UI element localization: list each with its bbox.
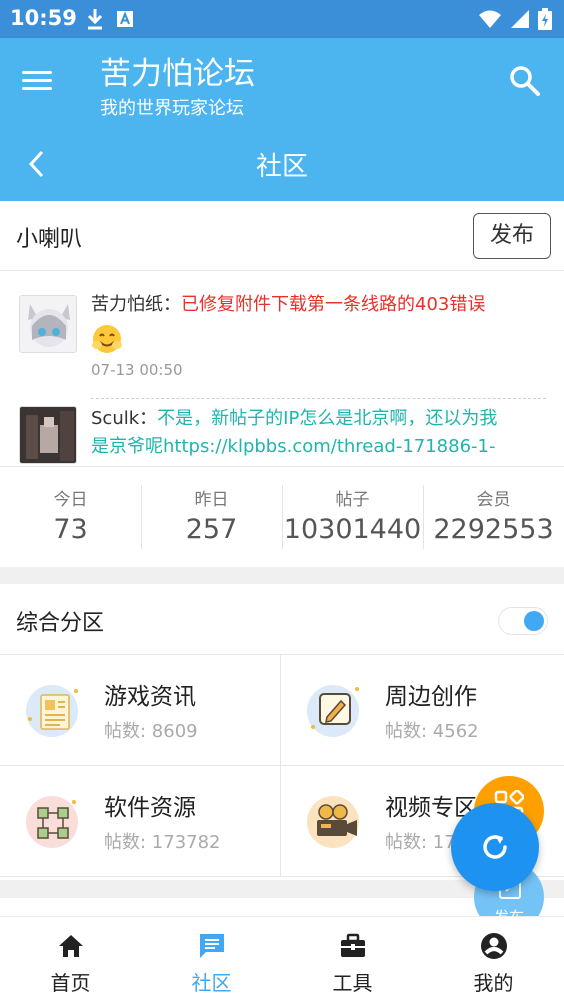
stat-value: 10301440 [283, 514, 422, 545]
wifi-icon [478, 9, 502, 33]
stat-value: 2292553 [433, 514, 554, 545]
nav-community[interactable]: 社区 [141, 917, 282, 1004]
search-icon[interactable] [508, 64, 542, 98]
stat-label: 帖子 [335, 490, 370, 510]
forum-post-count: 帖数: 4562 [385, 721, 479, 742]
section-toggle[interactable] [498, 607, 548, 635]
nav-label: 工具 [332, 971, 373, 995]
network-icon [24, 790, 84, 850]
loudspeaker-title: 小喇叭 [16, 227, 83, 252]
stat-posts: 帖子 10301440 [282, 467, 423, 567]
forum-post-count: 帖数: 173782 [104, 832, 221, 853]
news-icon [24, 679, 84, 739]
menu-icon[interactable] [22, 66, 58, 96]
divider [91, 398, 546, 399]
chat-icon [197, 931, 227, 961]
page-header: 社区 [0, 126, 564, 201]
loudspeaker-list[interactable]: 苦力怕纸：已修复附件下载第一条线路的403错误 07-13 00:50 Scul… [0, 271, 564, 467]
post-button[interactable]: 发布 [473, 213, 551, 259]
camera-icon [305, 790, 365, 850]
forum-name: 周边创作 [385, 684, 477, 710]
stat-value: 257 [185, 514, 238, 545]
stat-value: 73 [53, 514, 88, 545]
toolbox-icon [338, 931, 368, 961]
nav-tools[interactable]: 工具 [282, 917, 423, 1004]
refresh-icon [479, 831, 511, 867]
signal-icon [510, 9, 530, 33]
post-author: Sculk： [91, 408, 158, 429]
app-subtitle: 我的世界玩家论坛 [100, 98, 244, 119]
home-icon [56, 931, 86, 961]
stats-bar: 今日 73 昨日 257 帖子 10301440 会员 2292553 [0, 467, 564, 567]
refresh-fab[interactable] [451, 803, 539, 891]
forum-game-news[interactable]: 游戏资讯 帖数: 8609 [0, 655, 281, 766]
page-title: 社区 [255, 152, 308, 182]
nav-label: 社区 [191, 971, 232, 995]
stat-members: 会员 2292553 [423, 467, 564, 567]
app-title: 苦力怕论坛 [100, 56, 255, 92]
avatar [19, 295, 77, 353]
post-author: 苦力怕纸： [91, 294, 181, 315]
forum-name: 游戏资讯 [104, 684, 196, 710]
status-time: 10:59 [10, 6, 77, 30]
app-bar: 苦力怕论坛 我的世界玩家论坛 [0, 38, 564, 126]
bottom-nav: 首页 社区 工具 我的 [0, 916, 564, 1004]
stat-label: 昨日 [194, 490, 229, 510]
smile-emoji-icon [91, 323, 123, 359]
stat-label: 会员 [476, 490, 511, 510]
forum-software[interactable]: 软件资源 帖数: 173782 [0, 766, 281, 877]
forum-fan-creation[interactable]: 周边创作 帖数: 4562 [281, 655, 564, 766]
status-bar: 10:59 [0, 0, 564, 38]
forum-post-count: 帖数: 17 [385, 832, 456, 853]
nav-home[interactable]: 首页 [0, 917, 141, 1004]
post-message: 已修复附件下载第一条线路的403错误 [181, 294, 486, 315]
forum-name: 软件资源 [104, 795, 196, 821]
section-title: 综合分区 [16, 611, 105, 636]
account-icon [479, 931, 509, 961]
download-icon [86, 8, 104, 34]
font-icon [116, 8, 134, 34]
nav-label: 我的 [473, 971, 514, 995]
stat-label: 今日 [53, 490, 88, 510]
pencil-icon [305, 679, 365, 739]
stat-today: 今日 73 [0, 467, 141, 567]
post-time: 07-13 00:50 [91, 361, 183, 379]
stat-yesterday: 昨日 257 [141, 467, 282, 567]
forum-post-count: 帖数: 8609 [104, 721, 198, 742]
nav-label: 首页 [50, 971, 91, 995]
battery-icon [538, 8, 552, 34]
avatar [19, 406, 77, 464]
nav-mine[interactable]: 我的 [423, 917, 564, 1004]
